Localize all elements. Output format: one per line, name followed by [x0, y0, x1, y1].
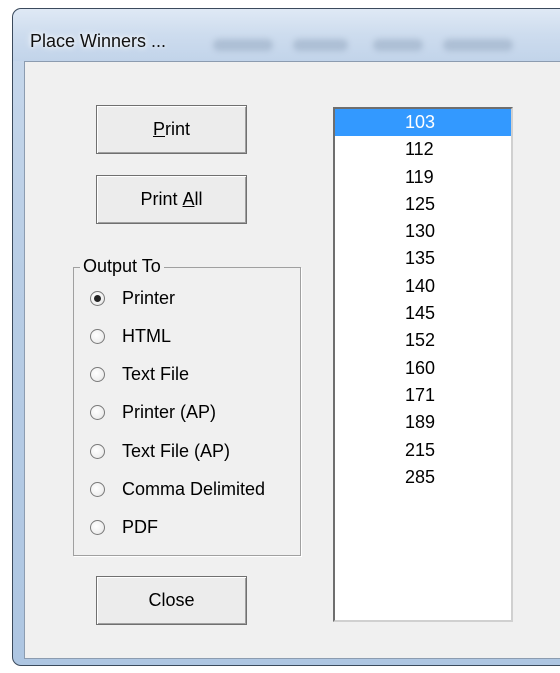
close-button[interactable]: Close [96, 576, 247, 625]
radio-button[interactable] [90, 443, 105, 459]
list-item[interactable]: 189 [335, 409, 511, 436]
radio-option-printer[interactable]: Printer [90, 286, 175, 310]
print-all-button-label: Print [140, 189, 183, 209]
list-item[interactable]: 125 [335, 191, 511, 218]
radio-label: Text File (AP) [122, 440, 231, 461]
winners-listbox[interactable]: 103 112 119 125 130 135 140 145 152 160 171 189 215 2… [333, 107, 513, 622]
title-bar-reflection [373, 39, 423, 51]
print-button[interactable]: Print [96, 105, 247, 154]
list-item[interactable]: 140 [335, 273, 511, 300]
list-item[interactable]: 135 [335, 245, 511, 272]
list-item[interactable]: 119 [335, 164, 511, 191]
radio-button[interactable] [90, 290, 105, 306]
title-bar-reflection [293, 39, 348, 51]
list-item[interactable]: 285 [335, 464, 511, 491]
radio-label: Printer (AP) [122, 402, 217, 423]
radio-label: PDF [122, 517, 158, 538]
list-item[interactable]: 152 [335, 327, 511, 354]
list-item[interactable]: 160 [335, 355, 511, 382]
print-all-button-label-end: ll [194, 189, 203, 209]
list-item[interactable]: 130 [335, 218, 511, 245]
title-bar-reflection [213, 39, 273, 51]
radio-label: Text File [122, 364, 190, 385]
output-to-group: Output To Printer HTML Text File Printer (A… [73, 256, 301, 556]
list-item[interactable]: 171 [335, 382, 511, 409]
radio-option-text-file[interactable]: Text File [90, 363, 189, 387]
list-item[interactable]: 215 [335, 437, 511, 464]
print-button-mnemonic: P [152, 119, 165, 139]
radio-button[interactable] [90, 328, 105, 344]
dialog-window: Place Winners ... Print Print All Output… [12, 8, 560, 666]
print-all-button-mnemonic: A [182, 189, 195, 209]
print-button-label: rint [165, 119, 191, 139]
radio-option-text-file-ap[interactable]: Text File (AP) [90, 439, 230, 463]
window-title: Place Winners ... [30, 31, 167, 51]
radio-button[interactable] [90, 520, 105, 536]
print-all-button[interactable]: Print All [96, 175, 247, 224]
output-to-legend: Output To [80, 256, 164, 277]
title-bar[interactable]: Place Winners ... [13, 9, 560, 61]
dialog-client-area: Print Print All Output To Printer HTML Tex… [24, 61, 560, 659]
radio-button[interactable] [90, 405, 105, 421]
radio-option-pdf[interactable]: PDF [90, 516, 158, 540]
list-item[interactable]: 103 [335, 109, 511, 137]
radio-label: Printer [122, 287, 176, 308]
title-bar-reflection [443, 39, 513, 51]
radio-button[interactable] [90, 482, 105, 497]
list-item[interactable]: 112 [335, 136, 511, 163]
radio-option-comma-delimited[interactable]: Comma Delimited [90, 478, 265, 502]
radio-label: HTML [122, 325, 171, 346]
list-item[interactable]: 145 [335, 300, 511, 327]
radio-button[interactable] [90, 367, 105, 383]
radio-option-printer-ap[interactable]: Printer (AP) [90, 401, 216, 425]
radio-label: Comma Delimited [122, 479, 266, 499]
close-button-label: Close [148, 590, 195, 610]
radio-option-html[interactable]: HTML [90, 324, 171, 348]
